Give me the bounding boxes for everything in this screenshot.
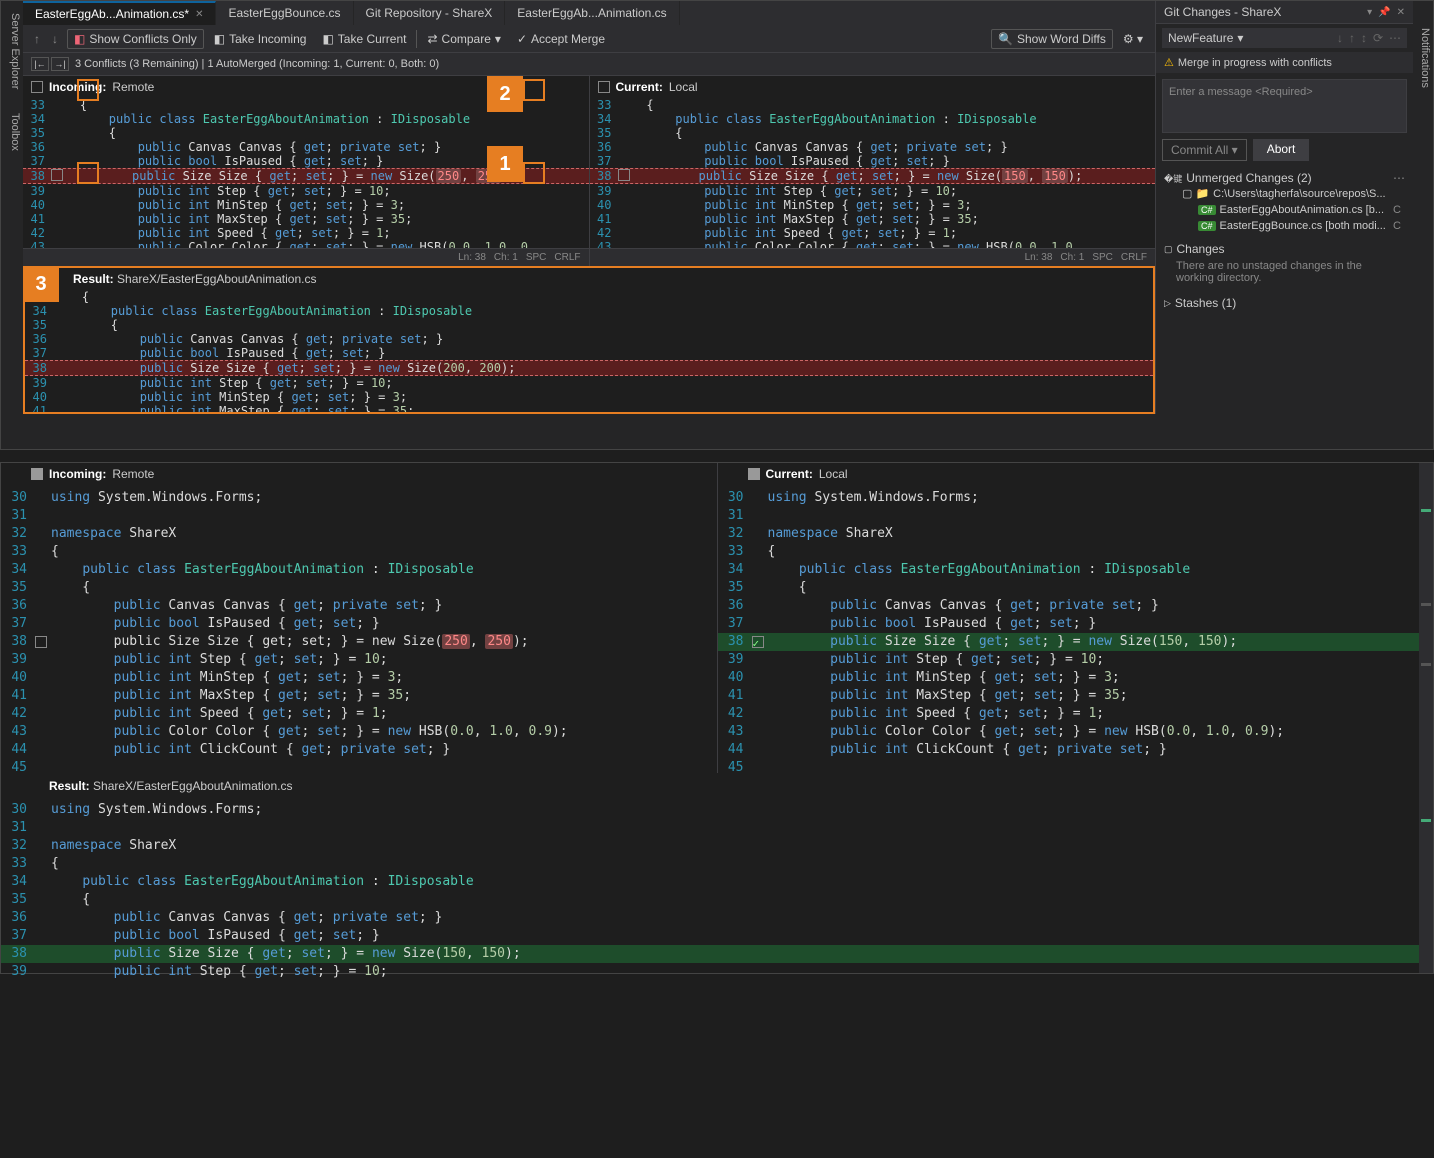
left-tool-rail: Server Explorer Toolbox [1,1,23,449]
current-code-2[interactable]: 30using System.Windows.Forms; 31 32names… [718,485,1434,777]
nav-first-icon[interactable]: |← [31,57,49,71]
current-checkbox-2[interactable] [748,468,760,480]
annotation-badge-2: 2 [487,76,523,112]
tab-active[interactable]: EasterEggAb...Animation.cs*✕ [23,1,216,25]
compare-button[interactable]: ⇄ Compare ▾ [421,30,506,48]
notifications-rail[interactable]: Notifications [1413,26,1433,90]
dropdown-icon[interactable]: ▾ [1367,7,1372,18]
take-incoming-button[interactable]: ◧ Take Incoming [208,30,313,48]
more-icon[interactable]: ⋯ [1393,171,1405,185]
result-code-2[interactable]: 30using System.Windows.Forms; 31 32names… [1,797,1433,981]
server-explorer-rail[interactable]: Server Explorer [1,11,23,91]
result-code[interactable]: 33 { 34 public class EasterEggAboutAnima… [25,290,1153,412]
tab[interactable]: Git Repository - ShareX [354,1,506,25]
gear-icon[interactable]: ⚙ ▾ [1117,30,1149,48]
current-header: Current: Local [590,76,1156,98]
current-status-bar: Ln: 38Ch: 1SPCCRLF [590,248,1156,266]
current-line38-checkbox[interactable] [752,636,764,648]
annotation-badge-1: 1 [487,146,523,182]
stashes-section[interactable]: ▷Stashes (1) [1164,296,1405,310]
pin-icon[interactable]: 📌 [1378,7,1390,18]
incoming-line-checkbox[interactable] [51,169,63,181]
branch-name[interactable]: NewFeature [1168,31,1233,45]
current-code[interactable]: 33 { 34 public class EasterEggAboutAnima… [590,98,1156,248]
nav-up-icon[interactable]: ↑ [29,31,45,47]
merge-status-line: |←→| 3 Conflicts (3 Remaining) | 1 AutoM… [23,53,1155,76]
pull-icon[interactable]: ↑ [1349,31,1355,45]
current-header-2: Current: Local [718,463,1434,485]
fetch-icon[interactable]: ↓ [1337,31,1343,45]
file-item[interactable]: C#EasterEggAboutAnimation.cs [b...C [1164,202,1405,218]
tab-close[interactable]: ✕ [195,9,203,20]
commit-message-input[interactable]: Enter a message <Required> [1162,79,1407,133]
sync-icon[interactable]: ⟳ [1373,31,1383,45]
incoming-checkbox[interactable] [31,81,43,93]
result-header: Result: ShareX/EasterEggAboutAnimation.c… [25,268,1153,290]
no-changes-text: There are no unstaged changes in the wor… [1164,256,1405,288]
current-line-checkbox[interactable] [618,169,630,181]
incoming-header-2: Incoming: Remote [1,463,717,485]
git-changes-panel: Git Changes - ShareX ▾📌✕ NewFeature▾ ↓↑↕… [1155,1,1413,414]
warning-icon: ⚠ [1164,56,1174,69]
document-tabs: EasterEggAb...Animation.cs*✕ EasterEggBo… [23,1,1155,25]
unmerged-section[interactable]: �键Unmerged Changes (2)⋯ [1164,171,1405,185]
changes-section[interactable]: ▢Changes [1164,242,1405,256]
accept-merge-button[interactable]: ✓ Accept Merge [511,30,611,48]
scrollbar[interactable] [1419,463,1433,773]
incoming-checkbox-2[interactable] [31,468,43,480]
toolbox-rail[interactable]: Toolbox [1,111,23,153]
show-word-diffs-button[interactable]: 🔍 Show Word Diffs [991,29,1113,49]
incoming-status-bar: Ln: 38Ch: 1SPCCRLF [23,248,589,266]
nav-down-icon[interactable]: ↓ [47,31,63,47]
merge-toolbar: ↑ ↓ ◧Show Conflicts Only ◧ Take Incoming… [23,25,1155,53]
result-header-2: Result: ShareX/EasterEggAboutAnimation.c… [1,773,1433,797]
annotation-badge-3: 3 [23,266,59,302]
tab[interactable]: EasterEggBounce.cs [216,1,353,25]
file-item[interactable]: C#EasterEggBounce.cs [both modi...C [1164,218,1405,234]
more-icon[interactable]: ⋯ [1389,31,1401,45]
scrollbar[interactable] [1419,773,1433,973]
nav-next-icon[interactable]: →| [51,57,69,71]
current-checkbox[interactable] [598,81,610,93]
folder-item[interactable]: ▢ 📁C:\Users\tagherfa\source\repos\S... [1164,185,1405,202]
close-icon[interactable]: ✕ [1397,7,1405,18]
incoming-line38-checkbox[interactable] [35,636,47,648]
push-icon[interactable]: ↕ [1361,31,1367,45]
merge-warning: ⚠Merge in progress with conflicts [1156,52,1413,73]
show-conflicts-button[interactable]: ◧Show Conflicts Only [67,29,204,49]
git-panel-title: Git Changes - ShareX [1164,5,1281,19]
take-current-button[interactable]: ◧ Take Current [316,30,412,48]
tab[interactable]: EasterEggAb...Animation.cs [505,1,679,25]
commit-all-button[interactable]: Commit All ▾ [1162,139,1247,161]
abort-button[interactable]: Abort [1253,139,1310,161]
incoming-code-2[interactable]: 30using System.Windows.Forms; 31 32names… [1,485,717,777]
